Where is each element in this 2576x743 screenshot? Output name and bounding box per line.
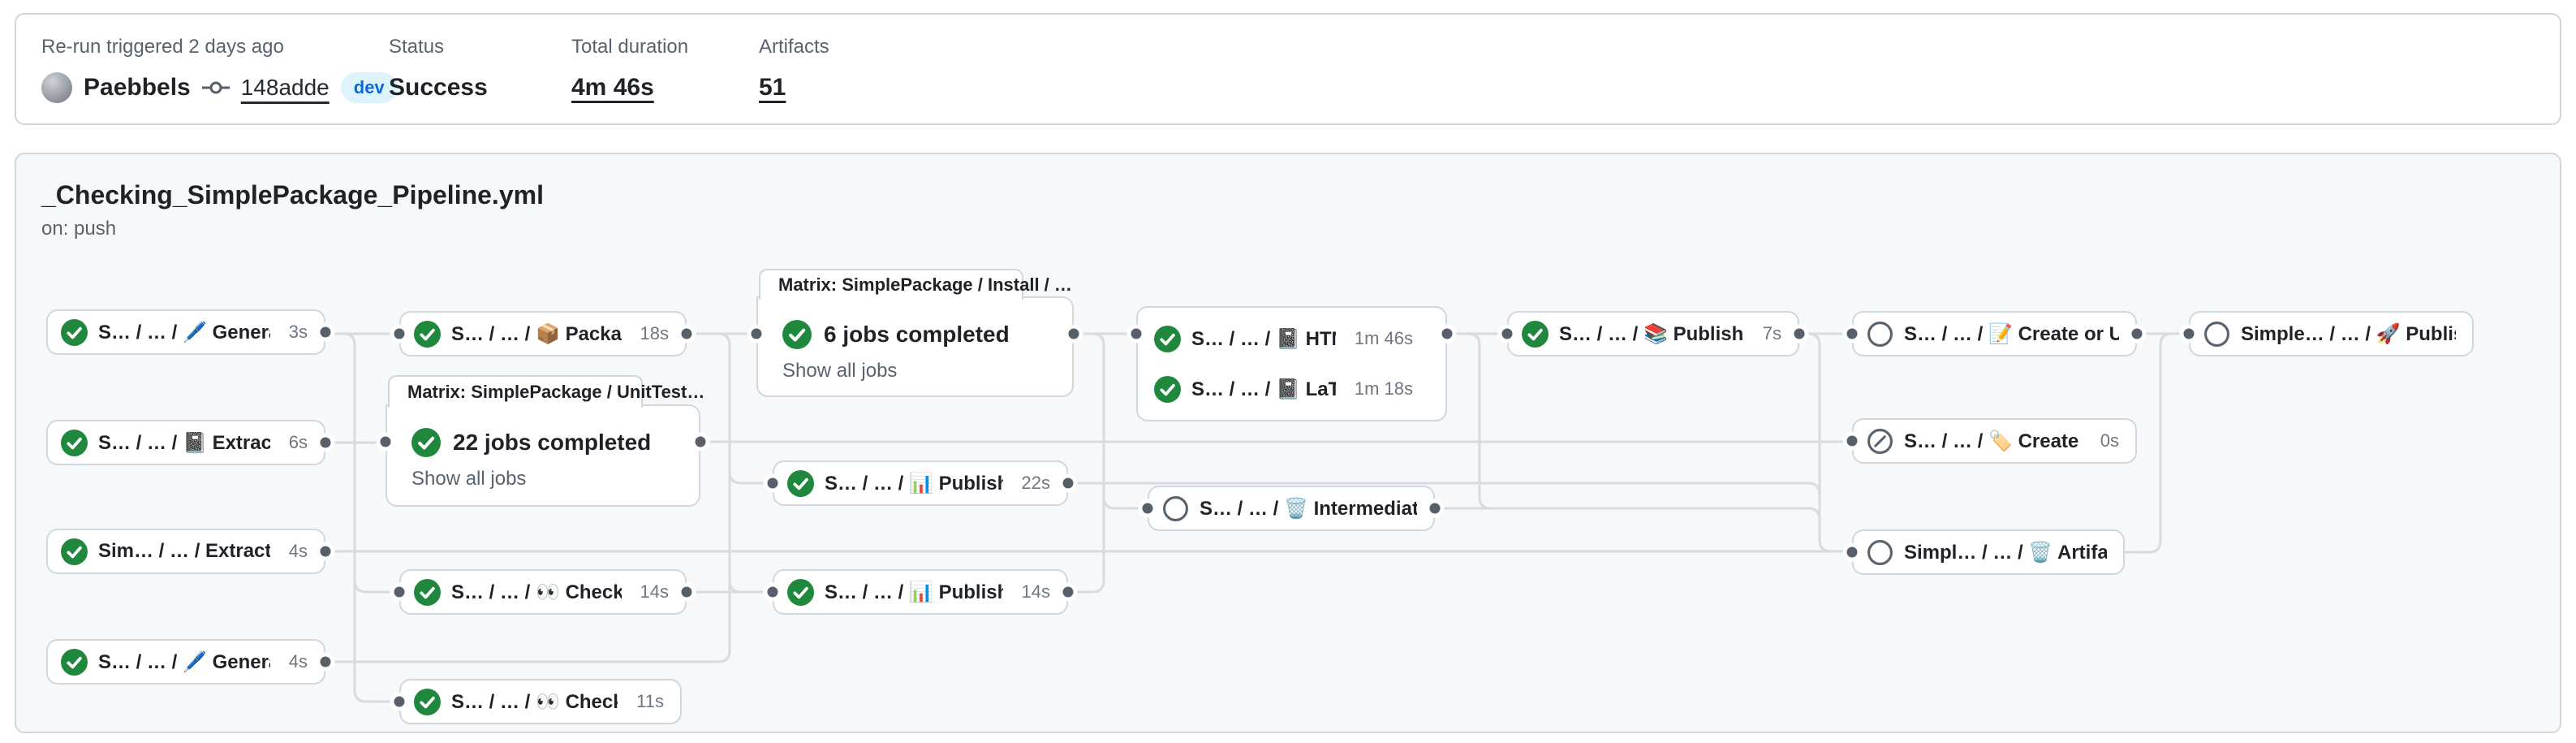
success-check-icon xyxy=(61,430,88,456)
job-duration: 14s xyxy=(1014,581,1050,603)
job-node-publish-to-pypi[interactable]: Simple… / … / 🚀 Publish to PyPI xyxy=(2189,311,2474,356)
success-check-icon xyxy=(61,538,88,565)
job-node-create-or-update-release[interactable]: S… / … / 📝 Create or Update R… xyxy=(1852,311,2137,356)
success-check-icon xyxy=(61,319,88,346)
artifacts-group: Artifacts 51 xyxy=(759,36,829,106)
job-label: S… / … / 📦 Package in Sou… xyxy=(451,322,622,346)
duration-label: Total duration xyxy=(571,36,688,58)
job-label: S… / … / 🏷️ Create tag '${{ in… xyxy=(1904,430,2082,453)
job-node-publish-test-results[interactable]: S… / … / 📊 Publish Test Re… 14s xyxy=(773,569,1068,615)
matrix-group-install[interactable]: 6 jobs completed Show all jobs xyxy=(756,296,1074,397)
success-check-icon xyxy=(61,649,88,676)
status-label: Status xyxy=(389,36,488,58)
job-duration: 0s xyxy=(2092,430,2119,451)
success-check-icon xyxy=(1522,321,1549,348)
status-value: Success xyxy=(389,74,488,102)
job-duration: 4s xyxy=(281,651,308,672)
job-label: S… / … / 📊 Publish Code C… xyxy=(825,472,1003,495)
success-check-icon xyxy=(1154,326,1181,352)
waiting-circle-icon xyxy=(1867,539,1893,566)
job-duration: 11s xyxy=(628,691,664,712)
success-check-icon xyxy=(414,689,441,715)
job-duration: 1m 18s xyxy=(1346,378,1413,400)
job-node-html-documentation[interactable]: S… / … / 📓 HTML Docu… 1m 46s xyxy=(1138,315,1445,362)
job-duration: 6s xyxy=(281,432,308,453)
job-label: S… / … / 🗑️ Intermediate Artifa… xyxy=(1200,497,1417,521)
matrix-jobs-completed: 22 jobs completed xyxy=(453,430,651,456)
waiting-circle-icon xyxy=(1162,495,1189,522)
workflow-trigger: on: push xyxy=(41,218,116,240)
success-check-icon xyxy=(414,321,441,348)
show-all-jobs-link[interactable]: Show all jobs xyxy=(782,360,897,382)
job-node-generate-pipeline-params-1[interactable]: S… / … / 🖊️ Generate pipelin… 3s xyxy=(46,309,325,355)
show-all-jobs-link[interactable]: Show all jobs xyxy=(411,468,526,490)
job-node-publish-to-gh-pages[interactable]: S… / … / 📚 Publish to GH-P… 7s xyxy=(1507,311,1799,356)
job-node-latex-documentation[interactable]: S… / … / 📓 LaTeX Docu… 1m 18s xyxy=(1138,365,1445,413)
waiting-circle-icon xyxy=(1867,321,1893,348)
success-check-icon xyxy=(1154,376,1181,403)
job-label: Sim… / … / Extract Information xyxy=(98,540,270,563)
matrix-group-unittesting[interactable]: 22 jobs completed Show all jobs xyxy=(386,404,700,507)
git-commit-icon xyxy=(202,80,230,96)
job-label: Simple… / … / 🚀 Publish to PyPI xyxy=(2241,322,2456,346)
job-duration: 22s xyxy=(1014,473,1050,494)
job-duration: 3s xyxy=(281,322,308,343)
skipped-icon xyxy=(1867,428,1893,455)
job-node-extract-information[interactable]: Sim… / … / Extract Information 4s xyxy=(46,529,325,574)
job-label: S… / … / 👀 Check Static Ty… xyxy=(451,581,622,604)
job-duration: 4s xyxy=(281,541,308,562)
duration-value-link[interactable]: 4m 46s xyxy=(571,74,654,102)
job-label: S… / … / 📊 Publish Test Re… xyxy=(825,581,1003,604)
job-label: S… / … / 📚 Publish to GH-P… xyxy=(1559,322,1744,346)
artifacts-count-link[interactable]: 51 xyxy=(759,74,786,102)
trigger-group: Re-run triggered 2 days ago Paebbels 148… xyxy=(41,36,398,106)
job-label: S… / … / 📓 HTML Docu… xyxy=(1191,327,1336,351)
job-label: S… / … / 🖊️ Generate pipelin… xyxy=(98,650,270,674)
job-duration: 7s xyxy=(1755,323,1781,344)
matrix-tab-label: Matrix: SimplePackage / UnitTest… xyxy=(407,382,704,403)
matrix-tab-label: Matrix: SimplePackage / Install / … xyxy=(778,274,1072,296)
avatar[interactable] xyxy=(41,72,72,103)
success-check-icon xyxy=(414,579,441,606)
commit-sha-link[interactable]: 148adde xyxy=(241,75,330,101)
job-node-artifact-cleanup[interactable]: Simpl… / … / 🗑️ Artifact Cleanup xyxy=(1852,529,2125,575)
artifacts-label: Artifacts xyxy=(759,36,829,58)
matrix-tab-install: Matrix: SimplePackage / Install / … xyxy=(759,269,1023,300)
success-check-icon xyxy=(411,428,441,457)
job-node-create-tag[interactable]: S… / … / 🏷️ Create tag '${{ in… 0s xyxy=(1852,418,2137,464)
workflow-title: _Checking_SimplePackage_Pipeline.yml xyxy=(41,180,544,210)
job-label: S… / … / 📝 Create or Update R… xyxy=(1904,322,2119,346)
job-node-check-static-typing[interactable]: S… / … / 👀 Check Static Ty… 14s xyxy=(399,569,687,615)
job-node-intermediate-artifacts[interactable]: S… / … / 🗑️ Intermediate Artifa… xyxy=(1148,486,1435,531)
job-duration: 14s xyxy=(632,581,669,603)
job-label: S… / … / 📓 Extract configur… xyxy=(98,431,270,455)
waiting-circle-icon xyxy=(2203,321,2230,348)
job-node-check-documentation[interactable]: S… / … / 👀 Check docume… 11s xyxy=(399,679,682,724)
success-check-icon xyxy=(782,320,812,349)
matrix-jobs-completed: 6 jobs completed xyxy=(824,322,1010,348)
job-label: S… / … / 🖊️ Generate pipelin… xyxy=(98,321,270,344)
job-label: Simpl… / … / 🗑️ Artifact Cleanup xyxy=(1904,541,2107,564)
success-check-icon xyxy=(787,470,814,497)
job-label: S… / … / 📓 LaTeX Docu… xyxy=(1191,378,1336,401)
job-node-publish-code-coverage[interactable]: S… / … / 📊 Publish Code C… 22s xyxy=(773,460,1068,506)
job-group-documentation: S… / … / 📓 HTML Docu… 1m 46s S… / … / 📓 La… xyxy=(1136,306,1447,421)
job-node-generate-pipeline-params-2[interactable]: S… / … / 🖊️ Generate pipelin… 4s xyxy=(46,639,325,685)
job-duration: 18s xyxy=(632,323,669,344)
job-duration: 1m 46s xyxy=(1346,328,1413,349)
job-node-extract-configurations[interactable]: S… / … / 📓 Extract configur… 6s xyxy=(46,420,325,465)
trigger-label: Re-run triggered 2 days ago xyxy=(41,36,398,58)
duration-group: Total duration 4m 46s xyxy=(571,36,688,106)
status-group: Status Success xyxy=(389,36,488,106)
job-node-package-in-source[interactable]: S… / … / 📦 Package in Sou… 18s xyxy=(399,311,687,356)
matrix-tab-unittesting: Matrix: SimplePackage / UnitTest… xyxy=(388,375,643,408)
job-label: S… / … / 👀 Check docume… xyxy=(451,690,618,714)
success-check-icon xyxy=(787,579,814,606)
author-link[interactable]: Paebbels xyxy=(84,74,191,102)
run-summary-header: Re-run triggered 2 days ago Paebbels 148… xyxy=(15,13,2561,125)
